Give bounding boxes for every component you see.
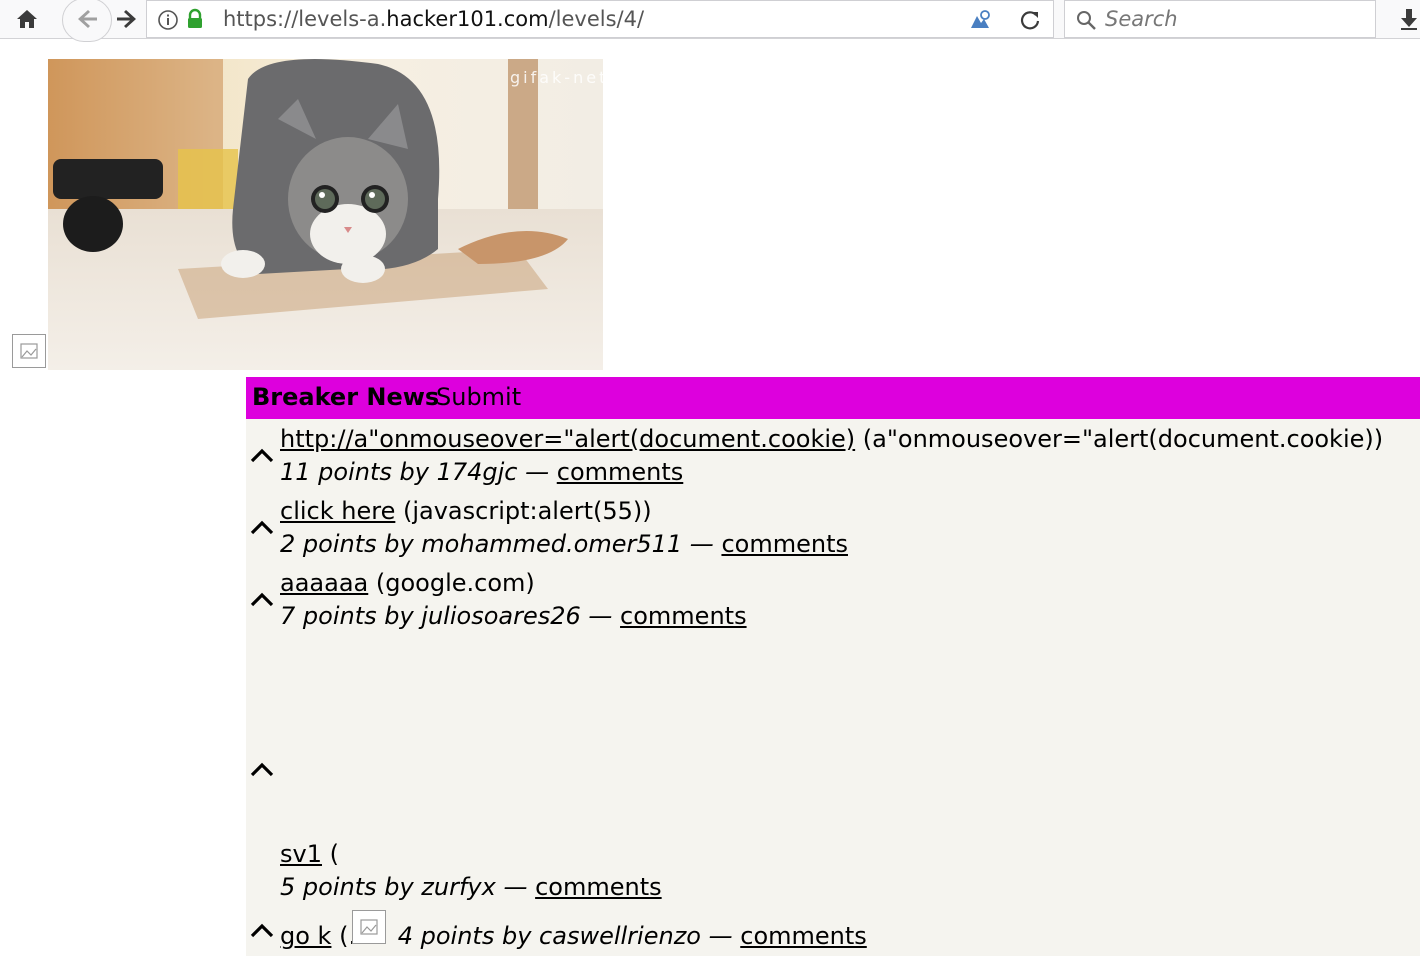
- back-button[interactable]: [62, 0, 112, 42]
- story-title-line: aaaaaa (google.com): [280, 569, 535, 597]
- cat-gif-image: gifak-net: [48, 59, 603, 370]
- url-prefix: https://levels-a.: [223, 7, 387, 31]
- upvote-icon[interactable]: [249, 446, 275, 464]
- forward-button[interactable]: [108, 0, 146, 38]
- broken-image-icon: [12, 334, 46, 368]
- story-meta: 5 points by zurfyx —: [280, 873, 528, 901]
- upvote-icon[interactable]: [249, 921, 275, 939]
- site-title[interactable]: Breaker News: [252, 383, 439, 411]
- story-meta-line: 2 points by mohammed.omer511 — comments: [280, 530, 848, 558]
- forward-arrow-icon: [117, 10, 136, 28]
- comments-link[interactable]: comments: [535, 873, 662, 901]
- story-link[interactable]: go k: [280, 922, 331, 950]
- story-domain: (: [329, 840, 339, 868]
- submit-link[interactable]: Submit: [436, 383, 521, 411]
- story-meta-line: 7 points by juliosoares26 — comments: [280, 602, 747, 630]
- story-meta: 2 points by mohammed.omer511 —: [280, 530, 714, 558]
- site-header: Breaker News Submit: [246, 377, 1420, 419]
- story-domain: (a"onmouseover="alert(document.cookie)): [862, 425, 1384, 453]
- search-icon: [1077, 11, 1096, 30]
- url-path: /levels/4/: [548, 7, 645, 31]
- lock-icon[interactable]: [185, 8, 205, 30]
- upvote-icon[interactable]: [249, 518, 275, 536]
- image-watermark: gifak-net: [510, 68, 603, 87]
- url-text[interactable]: https://levels-a.hacker101.com/levels/4/: [223, 7, 644, 31]
- story-meta: 11 points by 174gjc —: [280, 458, 550, 486]
- comments-link[interactable]: comments: [620, 602, 747, 630]
- story-link[interactable]: sv1: [280, 840, 322, 868]
- story-meta: 4 points by caswellrienzo —: [397, 922, 733, 950]
- url-bar[interactable]: https://levels-a.hacker101.com/levels/4/: [146, 0, 1054, 38]
- reload-icon[interactable]: [1019, 9, 1041, 31]
- comments-link[interactable]: comments: [721, 530, 848, 558]
- home-button[interactable]: [8, 0, 46, 38]
- back-arrow-icon: [78, 10, 97, 28]
- search-bar[interactable]: Search: [1064, 0, 1376, 38]
- story-title-line: sv1 (: [280, 840, 339, 868]
- story-meta-line: 5 points by zurfyx — comments: [280, 873, 662, 901]
- search-placeholder: Search: [1105, 7, 1178, 31]
- story-title-line: click here (javascript:alert(55)): [280, 497, 652, 525]
- story-link[interactable]: click here: [280, 497, 395, 525]
- story-link[interactable]: aaaaaa: [280, 569, 368, 597]
- story-domain: (google.com): [375, 569, 535, 597]
- info-icon[interactable]: [157, 9, 179, 31]
- comments-link[interactable]: comments: [557, 458, 684, 486]
- story-link[interactable]: http://a"onmouseover="alert(document.coo…: [280, 425, 855, 453]
- downloads-button[interactable]: [1390, 0, 1420, 38]
- breaker-news-panel: Breaker News Submit http://a"onmouseover…: [246, 377, 1420, 956]
- browser-toolbar: https://levels-a.hacker101.com/levels/4/…: [0, 0, 1420, 42]
- broken-image-icon: [352, 910, 386, 944]
- url-domain: hacker101.com: [386, 7, 549, 31]
- story-title-line: http://a"onmouseover="alert(document.coo…: [280, 425, 1383, 453]
- upvote-icon[interactable]: [249, 590, 275, 608]
- home-icon: [17, 10, 37, 28]
- comments-link[interactable]: comments: [740, 922, 867, 950]
- download-arrow-icon: [1401, 9, 1417, 30]
- story-domain: (javascript:alert(55)): [402, 497, 652, 525]
- story-meta-line: 11 points by 174gjc — comments: [280, 458, 683, 486]
- story-meta: 7 points by juliosoares26 —: [280, 602, 613, 630]
- screenshot-icon[interactable]: [967, 8, 993, 32]
- upvote-icon[interactable]: [249, 760, 275, 778]
